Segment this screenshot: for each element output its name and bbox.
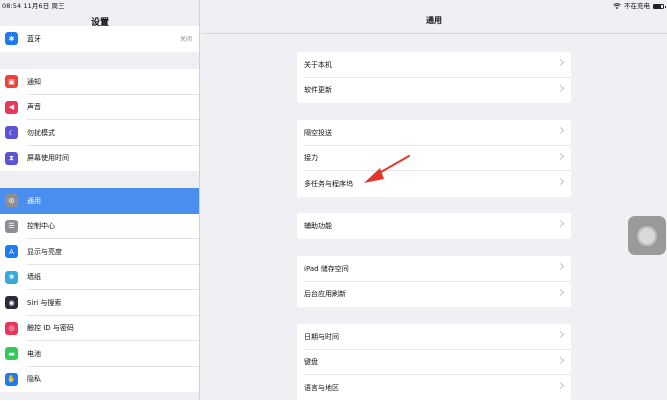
list-item-language-region[interactable]: 语言与地区 bbox=[297, 375, 571, 400]
fingerprint-icon: ◎ bbox=[5, 321, 18, 335]
sidebar-item-label: 控制中心 bbox=[27, 222, 55, 231]
list-item-label: 语言与地区 bbox=[304, 383, 339, 392]
list-item-label: 关于本机 bbox=[304, 60, 332, 69]
chevron-right-icon bbox=[556, 356, 565, 364]
header-divider bbox=[201, 33, 667, 34]
chevron-right-icon bbox=[556, 152, 565, 160]
sidebar-item-label: 勿扰模式 bbox=[27, 128, 55, 137]
status-right: 不在充电 bbox=[613, 0, 666, 12]
chevron-right-icon bbox=[556, 330, 565, 339]
group-about-update: 关于本机 软件更新 bbox=[297, 52, 571, 103]
sidebar-item-label: Siri 与搜索 bbox=[27, 298, 62, 307]
sidebar-item-label: 声音 bbox=[27, 103, 41, 112]
chevron-right-icon bbox=[556, 262, 565, 271]
list-item-label: iPad 储存空间 bbox=[304, 264, 349, 273]
list-item-multitasking-dock[interactable]: 多任务与程序坞 bbox=[297, 171, 571, 197]
sidebar-group-notifications: ▣ 通知 ◀ 声音 ☾ 勿扰模式 ⧗ 屏幕使用时间 bbox=[0, 69, 199, 172]
group-airdrop-handoff: 隔空投送 接力 多任务与程序坞 bbox=[297, 120, 571, 197]
list-item-airdrop[interactable]: 隔空投送 bbox=[297, 120, 571, 146]
page-title: 通用 bbox=[426, 16, 442, 25]
control-center-icon: ☰ bbox=[5, 219, 18, 233]
sidebar-item-label: 通用 bbox=[27, 196, 41, 205]
bluetooth-icon: ✱ bbox=[5, 32, 18, 46]
display-icon: A bbox=[5, 245, 18, 259]
sidebar-item-notifications[interactable]: ▣ 通知 bbox=[0, 69, 199, 95]
sidebar-item-touch-id-passcode[interactable]: ◎ 触控 ID 与密码 bbox=[0, 316, 199, 341]
group-date-keyboard-language: 日期与时间 键盘 语言与地区 bbox=[297, 324, 571, 400]
list-item-about[interactable]: 关于本机 bbox=[297, 52, 571, 78]
chevron-right-icon bbox=[556, 84, 565, 92]
battery-icon: ▬ bbox=[5, 347, 18, 361]
sidebar-item-label: 触控 ID 与密码 bbox=[27, 324, 74, 333]
list-item-label: 日期与时间 bbox=[304, 332, 339, 341]
wallpaper-icon: ❀ bbox=[5, 270, 18, 284]
assistive-touch-knob-icon bbox=[637, 226, 657, 246]
sidebar-item-general[interactable]: ⚙ 通用 bbox=[0, 188, 199, 214]
sidebar-item-label: 屏幕使用时间 bbox=[27, 154, 69, 163]
sidebar-item-do-not-disturb[interactable]: ☾ 勿扰模式 bbox=[0, 120, 199, 146]
chevron-right-icon bbox=[556, 219, 565, 228]
chevron-right-icon bbox=[556, 381, 565, 390]
hourglass-icon: ⧗ bbox=[5, 151, 18, 165]
list-item-label: 软件更新 bbox=[304, 86, 332, 95]
chevron-right-icon bbox=[556, 177, 565, 186]
sidebar-item-screen-time[interactable]: ⧗ 屏幕使用时间 bbox=[0, 146, 199, 172]
sidebar-item-label: 墙纸 bbox=[27, 273, 41, 282]
chevron-right-icon bbox=[556, 58, 565, 67]
privacy-hand-icon: ✋ bbox=[5, 372, 18, 386]
chevron-right-icon bbox=[556, 288, 565, 296]
sidebar-item-display-brightness[interactable]: A 显示与亮度 bbox=[0, 239, 199, 265]
list-item-ipad-storage[interactable]: iPad 储存空间 bbox=[297, 256, 571, 282]
list-item-label: 隔空投送 bbox=[304, 128, 332, 137]
sidebar-item-label: 显示与亮度 bbox=[27, 247, 62, 256]
settings-sidebar: 设置 ✱ 蓝牙 关闭 ▣ 通知 ◀ 声音 ☾ 勿扰模式 ⧗ 屏幕使用时间 ⚙ 通… bbox=[0, 0, 200, 400]
list-item-date-time[interactable]: 日期与时间 bbox=[297, 324, 571, 350]
list-item-software-update[interactable]: 软件更新 bbox=[297, 78, 571, 104]
general-detail-pane: 通用 关于本机 软件更新 隔空投送 接力 多任务与程序坞 辅助功能 iPad 储… bbox=[201, 0, 667, 400]
sidebar-item-label: 电池 bbox=[27, 349, 41, 358]
sidebar-item-privacy[interactable]: ✋ 隐私 bbox=[0, 367, 199, 393]
sidebar-item-bluetooth[interactable]: ✱ 蓝牙 关闭 bbox=[0, 26, 199, 52]
sidebar-group-connectivity: ✱ 蓝牙 关闭 bbox=[0, 26, 199, 52]
sidebar-item-siri-search[interactable]: ◉ Siri 与搜索 bbox=[0, 290, 199, 316]
siri-icon: ◉ bbox=[5, 296, 18, 310]
sidebar-item-label: 蓝牙 bbox=[27, 34, 41, 43]
charging-status: 不在充电 bbox=[624, 2, 650, 10]
sidebar-item-battery[interactable]: ▬ 电池 bbox=[0, 341, 199, 367]
group-storage-refresh: iPad 储存空间 后台应用刷新 bbox=[297, 256, 571, 307]
sidebar-item-label: 通知 bbox=[27, 77, 41, 86]
sidebar-item-label: 隐私 bbox=[27, 375, 41, 384]
list-item-keyboard[interactable]: 键盘 bbox=[297, 350, 571, 375]
chevron-right-icon bbox=[556, 126, 565, 135]
list-item-label: 多任务与程序坞 bbox=[304, 179, 353, 188]
battery-icon bbox=[653, 3, 666, 9]
list-item-label: 辅助功能 bbox=[304, 221, 332, 230]
assistive-touch-button[interactable] bbox=[628, 216, 666, 255]
bluetooth-status-value: 关闭 bbox=[179, 36, 192, 44]
group-accessibility: 辅助功能 bbox=[297, 213, 571, 239]
sidebar-group-general: ⚙ 通用 ☰ 控制中心 A 显示与亮度 ❀ 墙纸 ◉ Siri 与搜索 ◎ 触控… bbox=[0, 188, 199, 393]
moon-icon: ☾ bbox=[5, 126, 18, 140]
sidebar-item-sounds[interactable]: ◀ 声音 bbox=[0, 95, 199, 120]
gear-icon: ⚙ bbox=[5, 194, 18, 208]
list-item-label: 接力 bbox=[304, 154, 318, 163]
list-item-accessibility[interactable]: 辅助功能 bbox=[297, 213, 571, 239]
list-item-handoff[interactable]: 接力 bbox=[297, 146, 571, 171]
list-item-label: 键盘 bbox=[304, 358, 318, 367]
sidebar-item-wallpaper[interactable]: ❀ 墙纸 bbox=[0, 265, 199, 290]
list-item-label: 后台应用刷新 bbox=[304, 290, 346, 299]
sound-icon: ◀ bbox=[5, 100, 18, 114]
status-time-date: 08:54 11月6日 周三 bbox=[2, 2, 65, 10]
list-item-background-app-refresh[interactable]: 后台应用刷新 bbox=[297, 282, 571, 308]
wifi-icon bbox=[613, 3, 621, 9]
notification-icon: ▣ bbox=[5, 75, 18, 89]
sidebar-item-control-center[interactable]: ☰ 控制中心 bbox=[0, 214, 199, 239]
status-bar: 08:54 11月6日 周三 不在充电 bbox=[0, 0, 667, 12]
